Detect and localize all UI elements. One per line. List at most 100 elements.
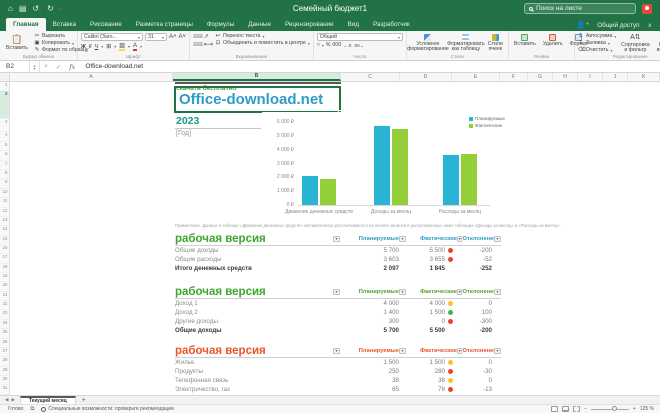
share-button[interactable]: Общий доступ — [597, 22, 639, 29]
column-header-K[interactable]: K — [628, 73, 660, 81]
filter-dropdown-icon[interactable]: ▼ — [399, 348, 406, 354]
table-row[interactable]: Электричество, газ 65 78 -13 — [175, 385, 501, 394]
row-header-31[interactable]: 31 — [0, 385, 9, 395]
table-row[interactable]: Другие доходы 300 0 -300 — [175, 317, 501, 326]
font-size-select[interactable]: 31 ▾ — [145, 33, 167, 41]
row-header-10[interactable]: 10 — [0, 189, 9, 199]
bar-Планируемые-2[interactable] — [374, 126, 390, 205]
row-header-3[interactable]: 3 — [0, 119, 9, 132]
column-header-E[interactable]: E — [452, 73, 500, 81]
row-header-27[interactable]: 27 — [0, 348, 9, 358]
row-header-7[interactable]: 7 — [0, 161, 9, 171]
tab-Вид[interactable]: Вид — [341, 18, 366, 31]
column-header-J[interactable]: J — [603, 73, 628, 81]
align-left-center-right-icons[interactable]: ≡ ≡ ≡ — [193, 42, 203, 48]
table-row[interactable]: Итого денежных средств 2 097 1 845 -252 — [175, 264, 501, 273]
decrease-decimal-icon[interactable]: .00→ — [353, 43, 364, 48]
row-header-13[interactable]: 13 — [0, 217, 9, 227]
zoom-in-icon[interactable]: + — [633, 406, 636, 412]
table-row[interactable]: Общие доходы 5 700 5 500 -200 — [175, 326, 501, 335]
filter-dropdown-icon[interactable]: ▼ — [494, 236, 501, 242]
tab-Рисование[interactable]: Рисование — [83, 18, 129, 31]
conditional-formatting-button[interactable]: Условное форматирование — [407, 33, 449, 53]
row-header-25[interactable]: 25 — [0, 329, 9, 339]
row-header-16[interactable]: 16 — [0, 245, 9, 255]
fill-button[interactable]: ↧ Заливка ▾ — [578, 40, 616, 46]
underline-button[interactable]: Ч — [95, 44, 98, 50]
bar-Фактические-2[interactable] — [392, 128, 408, 205]
tab-Рецензирование[interactable]: Рецензирование — [278, 18, 341, 31]
bold-button[interactable]: Ж — [81, 44, 86, 50]
table-row[interactable]: Общие расходы 3 603 3 655 -52 — [175, 255, 501, 264]
merge-center-button[interactable]: ⊡ Объединить и поместить в центре ▾ — [215, 40, 310, 46]
paste-button[interactable]: 📋 Вставить — [3, 33, 31, 52]
shrink-font-icon[interactable]: A˅ — [179, 34, 187, 40]
column-header-H[interactable]: H — [553, 73, 578, 81]
column-header-C[interactable]: C — [341, 73, 400, 81]
home-icon[interactable]: ⌂ — [8, 4, 13, 13]
macro-record-icon[interactable]: ⧉ — [30, 406, 34, 413]
table-row[interactable]: Общие доходы 5 700 5 500 -200 — [175, 246, 501, 255]
confirm-entry-icon[interactable]: ✓ — [52, 63, 65, 71]
sheet-tab-current-month[interactable]: Текущий месяц — [19, 396, 76, 404]
row-header-15[interactable]: 15 — [0, 236, 9, 245]
add-sheet-button[interactable]: + — [76, 396, 92, 404]
insert-cells-button[interactable]: Вставить — [512, 33, 538, 48]
autosum-button[interactable]: Σ Автосумма ▾ — [578, 33, 616, 39]
sheet-canvas[interactable]: скачать бесплатно Office-download.net 20… — [0, 82, 660, 395]
sort-filter-button[interactable]: А⇅ Сортировка и фильтр — [619, 33, 651, 54]
row-header-11[interactable]: 11 — [0, 198, 9, 208]
normal-view-icon[interactable] — [550, 406, 558, 412]
column-header-G[interactable]: G — [528, 73, 553, 81]
row-header-4[interactable]: 4 — [0, 132, 9, 142]
row-header-14[interactable]: 14 — [0, 226, 9, 236]
column-header-F[interactable]: F — [500, 73, 528, 81]
row-header-29[interactable]: 29 — [0, 367, 9, 376]
tab-Разметка страницы[interactable]: Разметка страницы — [129, 18, 200, 31]
row-header-26[interactable]: 26 — [0, 339, 9, 348]
tab-Данные[interactable]: Данные — [241, 18, 278, 31]
row-header-20[interactable]: 20 — [0, 282, 9, 292]
orientation-icon[interactable]: ⇗ — [204, 33, 209, 40]
zoom-out-icon[interactable]: − — [584, 406, 587, 412]
tab-Формулы[interactable]: Формулы — [200, 18, 241, 31]
font-name-select[interactable]: Calibri (Заго... ▾ — [81, 33, 143, 41]
redo-icon[interactable]: ↻ — [47, 4, 54, 13]
insert-function-icon[interactable]: fx — [65, 63, 79, 71]
filter-dropdown-icon[interactable]: ▼ — [333, 236, 340, 242]
column-header-D[interactable]: D — [400, 73, 452, 81]
qat-more-icon[interactable]: ▾ — [60, 6, 62, 11]
row-header-12[interactable]: 12 — [0, 208, 9, 217]
row-header-22[interactable]: 22 — [0, 301, 9, 311]
tab-Разработчик[interactable]: Разработчик — [366, 18, 417, 31]
zoom-slider[interactable] — [590, 406, 629, 411]
undo-icon[interactable]: ↺▾ — [32, 4, 41, 13]
filter-dropdown-icon[interactable]: ▼ — [399, 236, 406, 242]
percent-icon[interactable]: % — [326, 42, 331, 48]
grow-font-icon[interactable]: A˄ — [169, 34, 177, 40]
row-header-9[interactable]: 9 — [0, 179, 9, 189]
formula-input[interactable]: Office-download.net — [79, 63, 143, 70]
filter-dropdown-icon[interactable]: ▼ — [494, 289, 501, 295]
increase-decimal-icon[interactable]: ←.0 — [343, 43, 351, 48]
cancel-entry-icon[interactable]: × — [40, 63, 52, 70]
column-header-B[interactable]: B — [173, 73, 341, 81]
select-all-corner[interactable] — [0, 73, 10, 81]
row-header-28[interactable]: 28 — [0, 357, 9, 367]
row-header-19[interactable]: 19 — [0, 273, 9, 283]
find-select-button[interactable]: ⌕Найти и выделить — [654, 33, 660, 54]
tab-Главная[interactable]: Главная — [6, 18, 46, 31]
bar-Планируемые-1[interactable] — [302, 175, 318, 205]
bar-Планируемые-3[interactable] — [443, 155, 459, 205]
wrap-text-button[interactable]: ↩ Перенос текста ▾ — [215, 33, 310, 39]
page-layout-view-icon[interactable] — [561, 406, 569, 412]
zoom-slider-handle[interactable] — [611, 406, 617, 411]
borders-icon[interactable]: ⊞ — [106, 43, 111, 50]
avatar[interactable] — [642, 3, 652, 14]
filter-dropdown-icon[interactable]: ▼ — [333, 348, 340, 354]
fill-color-icon[interactable]: ▨ — [119, 43, 125, 51]
row-header-1[interactable]: 1 — [0, 82, 9, 91]
name-box-stepper[interactable]: ▴ ▾ — [30, 61, 40, 72]
table-row[interactable]: Телефонная связь 38 38 0 — [175, 376, 501, 385]
name-box[interactable]: B2 — [0, 61, 30, 72]
